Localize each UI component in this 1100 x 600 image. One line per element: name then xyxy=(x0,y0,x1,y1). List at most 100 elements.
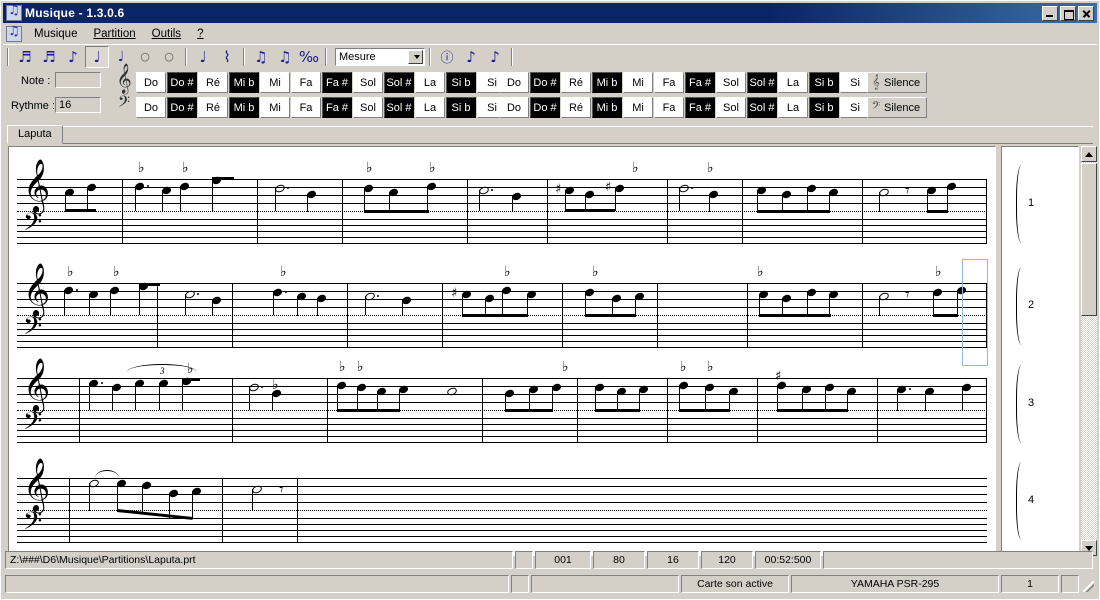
key-mi-o2-treble[interactable]: Mi xyxy=(623,72,653,93)
key-mi-o1-bass[interactable]: Mi xyxy=(260,97,290,118)
key-do-o1-bass[interactable]: Do xyxy=(136,97,166,118)
close-button[interactable] xyxy=(1078,5,1094,21)
tool-breve-note[interactable]: ○ xyxy=(157,46,181,68)
key-fa-sharp-o1-bass[interactable]: Fa # xyxy=(322,97,352,118)
key-fa-sharp-o2-treble[interactable]: Fa # xyxy=(685,72,715,93)
tool-tie[interactable]: ♫ xyxy=(249,46,273,68)
bass-clef-icon-silence: 𝄢 xyxy=(871,100,881,115)
key-mi-flat-o2-treble[interactable]: Mi b xyxy=(592,72,622,93)
status-velocity: 80 xyxy=(593,551,645,569)
status-time: 00:52:500 xyxy=(755,551,821,569)
treble-clef-icon-row1: 𝄞 xyxy=(116,64,132,94)
key-sol-o2-treble[interactable]: Sol xyxy=(716,72,746,93)
key-mi-flat-o2-bass[interactable]: Mi b xyxy=(592,97,622,118)
tool-sixteenth-note-2[interactable]: ♬ xyxy=(37,46,61,68)
key-re-o1-bass[interactable]: Ré xyxy=(198,97,228,118)
key-la-o1-treble[interactable]: La xyxy=(415,72,445,93)
key-mi-flat-o1-treble[interactable]: Mi b xyxy=(229,72,259,93)
key-do-o2-treble[interactable]: Do xyxy=(499,72,529,93)
key-sol-sharp-o2-treble[interactable]: Sol # xyxy=(747,72,777,93)
key-fa-sharp-o2-bass[interactable]: Fa # xyxy=(685,97,715,118)
key-la-o2-treble[interactable]: La xyxy=(778,72,808,93)
scroll-up-button[interactable] xyxy=(1081,146,1097,162)
key-do-sharp-o2-bass[interactable]: Do # xyxy=(530,97,560,118)
key-re-o2-bass[interactable]: Ré xyxy=(561,97,591,118)
key-si-flat-o1-bass[interactable]: Si b xyxy=(446,97,476,118)
minimize-button[interactable] xyxy=(1042,5,1058,21)
maximize-button[interactable] xyxy=(1060,5,1076,21)
menu-item-outils[interactable]: Outils xyxy=(144,26,189,42)
silence-treble-label: Silence xyxy=(884,76,921,89)
key-mi-o2-bass[interactable]: Mi xyxy=(623,97,653,118)
key-si-o2-treble[interactable]: Si xyxy=(840,72,870,93)
key-sol-sharp-o2-bass[interactable]: Sol # xyxy=(747,97,777,118)
score-canvas[interactable]: 𝄞 𝄢 ♭ ♭ ♭ ♭ ♯ ♯ ♭ ♭ 𝄾 𝄞 𝄢 ♭ ♭ ♭ ♯ ♭ ♭ ♭ … xyxy=(8,146,996,556)
tool-sixteenth-note[interactable]: ♬ xyxy=(13,46,37,68)
octave1-bass-keys: Do Do # Ré Mi b Mi Fa Fa # Sol Sol # La … xyxy=(136,97,508,118)
toolbar-separator-1 xyxy=(185,47,187,66)
menu-item-help[interactable]: ? xyxy=(189,26,211,42)
key-si-o2-bass[interactable]: Si xyxy=(840,97,870,118)
measure-select[interactable]: Mesure xyxy=(335,47,425,66)
key-si-flat-o1-treble[interactable]: Si b xyxy=(446,72,476,93)
system-list-panel[interactable]: 1 2 3 4 xyxy=(1001,146,1079,556)
tool-dotted-note[interactable]: ♩ xyxy=(191,46,215,68)
key-si-flat-o2-treble[interactable]: Si b xyxy=(809,72,839,93)
key-do-sharp-o2-treble[interactable]: Do # xyxy=(530,72,560,93)
score-system-3[interactable]: 𝄞 𝄢 3 ♭ ♭ ♭ ♭ ♭ ♭ ♭ ♯ xyxy=(17,360,987,447)
tab-laputa[interactable]: Laputa xyxy=(7,125,63,144)
key-sol-o1-treble[interactable]: Sol xyxy=(353,72,383,93)
key-sol-sharp-o1-bass[interactable]: Sol # xyxy=(384,97,414,118)
whole-note-icon: ○ xyxy=(140,50,150,63)
key-do-o1-treble[interactable]: Do xyxy=(136,72,166,93)
tool-quarter-note[interactable]: ♩ xyxy=(85,45,109,68)
key-re-o2-treble[interactable]: Ré xyxy=(561,72,591,93)
tool-play-to-note[interactable]: ♪ xyxy=(483,46,507,68)
rhythm-field[interactable]: 16 xyxy=(55,97,101,113)
score-system-4[interactable]: 𝄞 𝄢 𝄾 xyxy=(17,461,987,547)
key-si-flat-o2-bass[interactable]: Si b xyxy=(809,97,839,118)
key-sol-o1-bass[interactable]: Sol xyxy=(353,97,383,118)
note-field[interactable] xyxy=(55,72,101,88)
key-fa-o2-treble[interactable]: Fa xyxy=(654,72,684,93)
tool-repeat[interactable]: ‰ xyxy=(297,46,321,68)
menu-item-musique[interactable]: Musique xyxy=(26,26,85,42)
key-fa-o2-bass[interactable]: Fa xyxy=(654,97,684,118)
resize-grip[interactable] xyxy=(1081,575,1095,593)
status2-spacer-2 xyxy=(531,575,679,593)
score-system-1[interactable]: 𝄞 𝄢 ♭ ♭ ♭ ♭ ♯ ♯ ♭ ♭ 𝄾 xyxy=(17,161,987,248)
key-do-sharp-o1-treble[interactable]: Do # xyxy=(167,72,197,93)
menu-item-partition[interactable]: Partition xyxy=(85,26,143,42)
key-la-o2-bass[interactable]: La xyxy=(778,97,808,118)
score-vertical-scrollbar[interactable] xyxy=(1081,146,1097,556)
tool-eighth-note[interactable]: ♪ xyxy=(61,46,85,68)
key-sol-o2-bass[interactable]: Sol xyxy=(716,97,746,118)
status-trailer xyxy=(823,551,1093,569)
key-mi-o1-treble[interactable]: Mi xyxy=(260,72,290,93)
key-mi-flat-o1-bass[interactable]: Mi b xyxy=(229,97,259,118)
silence-bass-button[interactable]: 𝄢 Silence xyxy=(867,97,927,118)
tool-slur[interactable]: ♫ xyxy=(273,46,297,68)
tool-play-from-note[interactable]: ♪ xyxy=(459,46,483,68)
note-cursor[interactable] xyxy=(962,259,988,366)
rhythm-label: Rythme : xyxy=(11,100,56,112)
key-fa-sharp-o1-treble[interactable]: Fa # xyxy=(322,72,352,93)
tool-rest[interactable]: ⌇ xyxy=(215,46,239,68)
sixteenth-note-icon-2: ♬ xyxy=(42,47,56,66)
key-re-o1-treble[interactable]: Ré xyxy=(198,72,228,93)
tab-strip: Laputa xyxy=(7,125,1093,144)
silence-treble-button[interactable]: 𝄞 Silence xyxy=(867,72,927,93)
tool-insert-text[interactable]: ⓘ xyxy=(435,46,459,68)
key-fa-o1-bass[interactable]: Fa xyxy=(291,97,321,118)
key-la-o1-bass[interactable]: La xyxy=(415,97,445,118)
score-system-2[interactable]: 𝄞 𝄢 ♭ ♭ ♭ ♯ ♭ ♭ ♭ 𝄾 ♭ xyxy=(17,259,988,366)
repeat-icon: ‰ xyxy=(298,47,320,66)
key-do-sharp-o1-bass[interactable]: Do # xyxy=(167,97,197,118)
key-do-o2-bass[interactable]: Do xyxy=(499,97,529,118)
key-fa-o1-treble[interactable]: Fa xyxy=(291,72,321,93)
key-sol-sharp-o1-treble[interactable]: Sol # xyxy=(384,72,414,93)
scrollbar-thumb[interactable] xyxy=(1081,163,1097,316)
tool-whole-note[interactable]: ○ xyxy=(133,46,157,68)
chevron-down-icon[interactable] xyxy=(408,49,423,64)
sixteenth-note-icon: ♬ xyxy=(18,47,32,66)
